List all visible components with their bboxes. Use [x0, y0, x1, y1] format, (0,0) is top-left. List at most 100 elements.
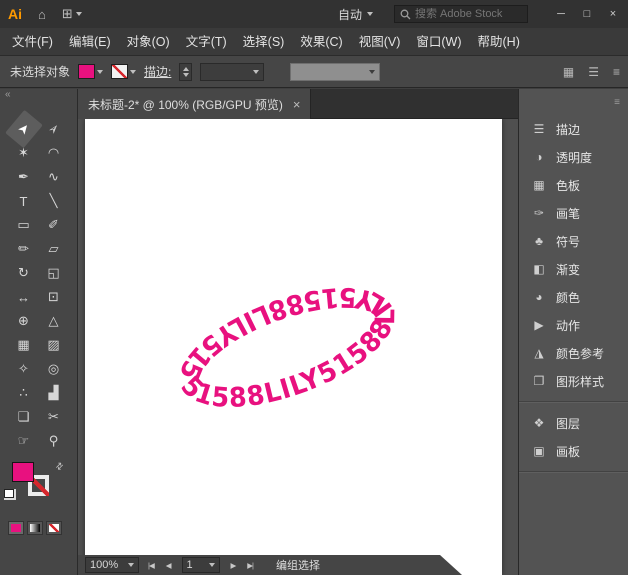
swap-fill-stroke-icon[interactable]: ⇄	[53, 460, 66, 473]
pen-tool[interactable]: ✒	[9, 165, 39, 189]
close-tab-icon[interactable]: ×	[293, 97, 301, 112]
rotate-tool[interactable]: ↻	[9, 261, 39, 285]
panel-tab-transparency[interactable]: ◑ 透明度	[519, 143, 628, 171]
scale-tool[interactable]: ◱	[39, 261, 69, 285]
panel-tab-layers[interactable]: ❖ 图层	[519, 409, 628, 437]
artboard-number-dropdown[interactable]: 1	[182, 557, 220, 573]
menu-file[interactable]: 文件(F)	[4, 28, 61, 56]
gradient-tool[interactable]: ▨	[39, 333, 69, 357]
step-up-icon	[183, 67, 189, 71]
panel-tab-symbols[interactable]: ♣ 符号	[519, 227, 628, 255]
minimize-button[interactable]: ─	[548, 0, 574, 28]
type-tool[interactable]: T	[9, 189, 39, 213]
panel-label: 描边	[556, 121, 580, 138]
menu-select[interactable]: 选择(S)	[235, 28, 293, 56]
symbol-sprayer-tool[interactable]: ∴	[9, 381, 39, 405]
shaper-tool[interactable]: ✏	[9, 237, 39, 261]
width-tool[interactable]: ↔	[9, 285, 39, 309]
fill-swatch[interactable]	[12, 462, 34, 482]
menu-window[interactable]: 窗口(W)	[408, 28, 469, 56]
align-grid-icon[interactable]: ▦	[563, 65, 574, 79]
panel-tab-brushes[interactable]: ✑ 画笔	[519, 199, 628, 227]
menubar: 文件(F) 编辑(E) 对象(O) 文字(T) 选择(S) 效果(C) 视图(V…	[0, 28, 628, 56]
arrange-documents-icon[interactable]: ⊞	[62, 6, 82, 22]
arrange-documents-glyph: ⊞	[62, 6, 73, 22]
shape-builder-tool[interactable]: ⊕	[9, 309, 39, 333]
search-input[interactable]	[415, 8, 515, 20]
none-mode-swatch	[49, 524, 59, 532]
menu-view[interactable]: 视图(V)	[351, 28, 409, 56]
stock-search[interactable]	[394, 5, 528, 23]
menu-edit[interactable]: 编辑(E)	[61, 28, 119, 56]
chevron-down-icon	[130, 70, 136, 74]
free-transform-tool[interactable]: ⊡	[39, 285, 69, 309]
stroke-color-dropdown[interactable]	[111, 64, 136, 79]
panel-tab-color-guide[interactable]: ◮ 颜色参考	[519, 339, 628, 367]
workspace-auto-dropdown[interactable]: 自动	[338, 0, 373, 28]
last-artboard-icon[interactable]: ▶|	[244, 561, 256, 570]
close-button[interactable]: ×	[600, 0, 626, 28]
workspace-switcher-icon[interactable]: ☰	[588, 65, 599, 79]
menu-object[interactable]: 对象(O)	[119, 28, 178, 56]
stroke-weight-stepper[interactable]	[179, 63, 192, 81]
chevron-down-icon	[97, 70, 103, 74]
zoom-tool[interactable]: ⚲	[39, 429, 69, 453]
stroke-weight-dropdown[interactable]	[200, 63, 264, 81]
width-profile-dropdown[interactable]	[290, 63, 380, 81]
menu-type[interactable]: 文字(T)	[178, 28, 235, 56]
graphic-styles-icon: ❐	[531, 374, 547, 388]
layers-icon: ❖	[531, 416, 547, 430]
panel-menu-icon[interactable]: ≡	[613, 65, 620, 79]
workspace-auto-label: 自动	[338, 6, 362, 23]
document-tab[interactable]: 未标题-2* @ 100% (RGB/GPU 预览) ×	[78, 89, 311, 119]
mesh-tool[interactable]: ▦	[9, 333, 39, 357]
panel-tab-stroke[interactable]: ☰ 描边	[519, 115, 628, 143]
blend-tool[interactable]: ◎	[39, 357, 69, 381]
brushes-icon: ✑	[531, 206, 547, 220]
eraser-tool[interactable]: ▱	[39, 237, 69, 261]
zoom-dropdown[interactable]: 100%	[85, 557, 139, 573]
maximize-button[interactable]: □	[574, 0, 600, 28]
line-tool[interactable]: ╲	[39, 189, 69, 213]
menu-help[interactable]: 帮助(H)	[470, 28, 528, 56]
home-icon[interactable]: ⌂	[38, 7, 46, 22]
rectangle-tool[interactable]: ▭	[9, 213, 39, 237]
fill-swatch	[78, 64, 95, 79]
menu-effect[interactable]: 效果(C)	[292, 28, 350, 56]
hand-tool[interactable]: ☞	[9, 429, 39, 453]
first-artboard-icon[interactable]: |◀	[145, 561, 157, 570]
window-controls: ─ □ ×	[548, 0, 626, 28]
collapse-tools-icon[interactable]: «	[0, 89, 77, 103]
color-mode-button[interactable]	[8, 521, 24, 535]
paintbrush-tool[interactable]: ✐	[39, 213, 69, 237]
canvas-area: 未标题-2* @ 100% (RGB/GPU 预览) × 51588LILY51…	[78, 89, 518, 575]
chevron-down-icon	[369, 70, 375, 74]
panel-tab-swatches[interactable]: ▦ 色板	[519, 171, 628, 199]
artboard[interactable]: 51588LILY51588LILY51588LILY515	[85, 119, 502, 575]
illustrator-window: Ai ⌂ ⊞ 自动 ─ □ × 文件(F) 编辑(E) 对象(O) 文字(T) …	[0, 0, 628, 575]
panel-tab-gradient[interactable]: ◧ 渐变	[519, 255, 628, 283]
viewport: 51588LILY51588LILY51588LILY515 100% |◀ ◀…	[78, 119, 518, 575]
none-mode-button[interactable]	[46, 521, 62, 535]
curvature-tool[interactable]: ∿	[39, 165, 69, 189]
perspective-grid-tool[interactable]: △	[39, 309, 69, 333]
tools-grid: ➤ ➢ ✶ ◠ ✒ ∿ T ╲ ▭ ✐ ✏ ▱ ↻ ◱ ↔ ⊡ ⊕ △ ▦ ▨ …	[0, 117, 77, 453]
gradient-mode-button[interactable]	[27, 521, 43, 535]
panel-tab-actions[interactable]: ▶ 动作	[519, 311, 628, 339]
eyedropper-tool[interactable]: ✧	[9, 357, 39, 381]
previous-artboard-icon[interactable]: ◀	[163, 561, 174, 570]
fill-color-dropdown[interactable]	[78, 64, 103, 79]
default-fill-stroke-icon[interactable]	[4, 489, 16, 500]
column-graph-tool[interactable]: ▟	[39, 381, 69, 405]
panel-tab-graphic-styles[interactable]: ❐ 图形样式	[519, 367, 628, 395]
path-text: 51588LILY51588LILY51588LILY515	[155, 254, 420, 440]
stroke-weight-label[interactable]: 描边:	[144, 63, 171, 80]
next-artboard-icon[interactable]: ▶	[228, 561, 239, 570]
panel-label: 动作	[556, 317, 580, 334]
artboard-tool[interactable]: ❏	[9, 405, 39, 429]
panel-grip-icon[interactable]: ≡	[519, 89, 628, 115]
panel-tab-artboards[interactable]: ▣ 画板	[519, 437, 628, 465]
panel-tab-color[interactable]: ◕ 颜色	[519, 283, 628, 311]
slice-tool[interactable]: ✂	[39, 405, 69, 429]
fill-stroke-widget: ⇄	[0, 459, 77, 507]
